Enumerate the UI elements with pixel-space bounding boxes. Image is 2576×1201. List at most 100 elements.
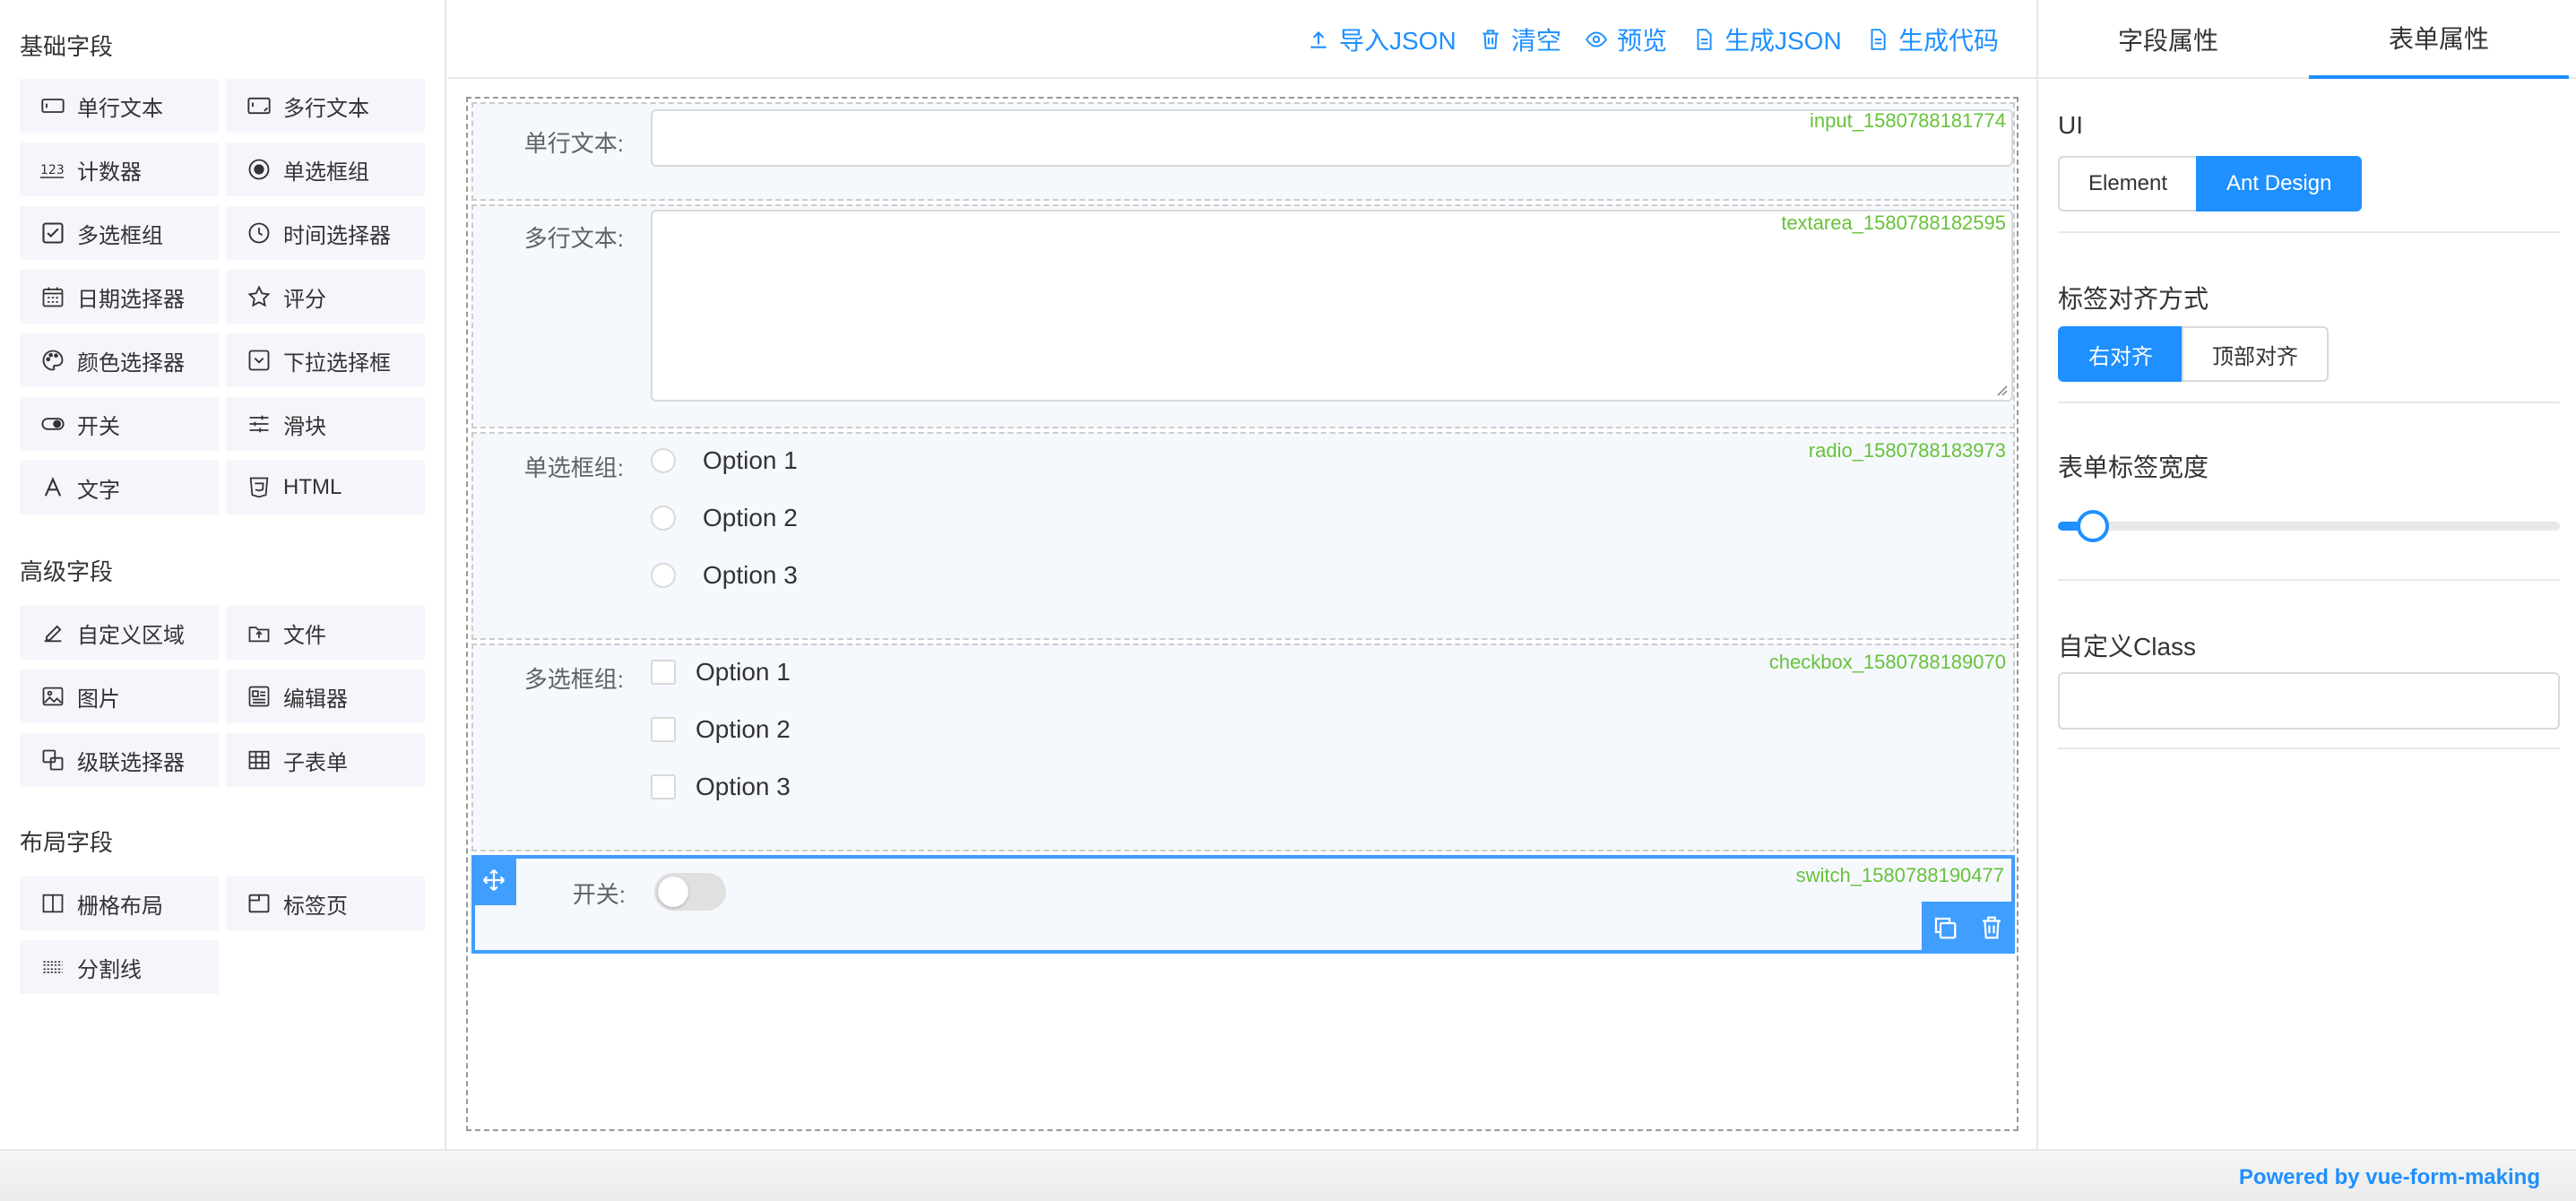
section-divider (2058, 231, 2560, 233)
delete-icon[interactable] (1978, 914, 2005, 941)
import-json-button[interactable]: 导入JSON (1307, 23, 1457, 56)
layout-fields-title: 布局字段 (20, 829, 114, 856)
comp-html[interactable]: HTML (226, 461, 425, 514)
radio-circle[interactable] (651, 563, 676, 588)
radio-option[interactable]: Option 1 (651, 446, 798, 475)
checkbox-option[interactable]: Option 2 (651, 715, 791, 744)
item-actions (1922, 902, 2015, 954)
comp-label: 单选框组 (283, 160, 369, 185)
comp-date[interactable]: 日期选择器 (20, 270, 219, 324)
grid-icon (39, 890, 66, 917)
ui-option-ant-design[interactable]: Ant Design (2196, 156, 2363, 212)
tab-form-properties[interactable]: 表单属性 (2309, 0, 2569, 79)
label-width-slider[interactable] (2058, 510, 2560, 542)
comp-custom[interactable]: 自定义区域 (20, 606, 219, 660)
checkbox-option-label: Option 2 (696, 715, 791, 743)
comp-image[interactable]: 图片 (20, 670, 219, 723)
comp-label: 多选框组 (77, 223, 163, 248)
form-item-radio[interactable]: 单选框组: Option 1 Option 2 Option 3 radio_1… (471, 432, 2015, 640)
generate-json-button[interactable]: 生成JSON (1692, 23, 1842, 56)
comp-number[interactable]: 123 计数器 (20, 143, 219, 196)
comp-grid[interactable]: 栅格布局 (20, 877, 219, 930)
comp-label: HTML (283, 475, 342, 499)
drag-handle[interactable] (471, 855, 516, 905)
field-id: checkbox_1580788189070 (1768, 651, 2006, 673)
copy-icon[interactable] (1932, 914, 1958, 941)
field-label: 开关: (572, 881, 626, 908)
align-right-option[interactable]: 右对齐 (2058, 326, 2183, 382)
comp-rate[interactable]: 评分 (226, 270, 425, 324)
comp-divider[interactable]: 分割线 (20, 940, 219, 994)
radio-option[interactable]: Option 3 (651, 561, 798, 590)
checkbox-box[interactable] (651, 660, 676, 685)
checkbox-icon (39, 220, 66, 246)
input-icon (39, 92, 66, 119)
comp-textarea[interactable]: 多行文本 (226, 79, 425, 133)
powered-by-link[interactable]: Powered by vue-form-making (2239, 1165, 2540, 1190)
form-canvas[interactable]: 单行文本: input_1580788181774 多行文本: textarea… (466, 97, 2018, 1131)
form-item-checkbox[interactable]: 多选框组: Option 1 Option 2 Option 3 checkbo… (471, 644, 2015, 851)
comp-subform[interactable]: 子表单 (226, 733, 425, 787)
form-item-switch[interactable]: 开关: switch_1580788190477 (471, 855, 2015, 954)
slider-handle[interactable] (2077, 510, 2109, 542)
comp-slider[interactable]: 滑块 (226, 397, 425, 451)
component-panel: 基础字段 单行文本 多行文本 123 计数器 单选框组 多选框组 时间选择器 日… (0, 0, 446, 1149)
checkbox-box[interactable] (651, 774, 676, 799)
checkbox-option[interactable]: Option 1 (651, 658, 791, 687)
document-icon (1871, 29, 1886, 50)
comp-switch[interactable]: 开关 (20, 397, 219, 451)
ui-option-element[interactable]: Element (2058, 156, 2199, 212)
select-icon (246, 347, 272, 374)
comp-input[interactable]: 单行文本 (20, 79, 219, 133)
field-label: 单选框组: (523, 454, 624, 481)
form-item-input[interactable]: 单行文本: input_1580788181774 (471, 102, 2015, 201)
preview-button[interactable]: 预览 (1585, 23, 1667, 56)
radio-circle[interactable] (651, 448, 676, 473)
footer: Powered by vue-form-making (0, 1149, 2576, 1201)
comp-radio[interactable]: 单选框组 (226, 143, 425, 196)
field-id: input_1580788181774 (1809, 109, 2006, 132)
html-icon (246, 474, 272, 501)
generate-code-button[interactable]: 生成代码 (1866, 23, 1999, 56)
document-icon (1697, 29, 1712, 50)
basic-fields-title: 基础字段 (20, 33, 114, 60)
comp-color[interactable]: 颜色选择器 (20, 333, 219, 387)
checkbox-option[interactable]: Option 3 (651, 773, 791, 801)
checkbox-box[interactable] (651, 717, 676, 742)
switch-toggle[interactable] (654, 873, 726, 911)
comp-text[interactable]: 文字 (20, 461, 219, 514)
file-upload-icon (246, 619, 272, 646)
radio-option[interactable]: Option 2 (651, 504, 798, 532)
clear-button[interactable]: 清空 (1479, 23, 1561, 56)
form-item-textarea[interactable]: 多行文本: textarea_1580788182595 (471, 204, 2015, 428)
field-id: textarea_1580788182595 (1781, 212, 2006, 234)
comp-label: 滑块 (283, 414, 326, 439)
resize-handle-icon[interactable] (1993, 382, 2008, 396)
upload-icon (1310, 30, 1327, 48)
label-align-title: 标签对齐方式 (2058, 285, 2209, 313)
field-label: 多行文本: (523, 225, 624, 252)
move-icon (482, 868, 506, 892)
edit-icon (39, 619, 66, 646)
comp-label: 日期选择器 (77, 287, 185, 312)
field-id: radio_1580788183973 (1808, 439, 2006, 462)
number-icon: 123 (39, 156, 66, 183)
align-top-option[interactable]: 顶部对齐 (2182, 326, 2329, 382)
comp-label: 文字 (77, 478, 120, 503)
comp-time[interactable]: 时间选择器 (226, 206, 425, 260)
comp-tabs[interactable]: 标签页 (226, 877, 425, 930)
comp-editor[interactable]: 编辑器 (226, 670, 425, 723)
star-icon (246, 283, 272, 310)
comp-file[interactable]: 文件 (226, 606, 425, 660)
comp-cascader[interactable]: 级联选择器 (20, 733, 219, 787)
comp-label: 开关 (77, 414, 120, 439)
comp-label: 级联选择器 (77, 750, 185, 775)
comp-select[interactable]: 下拉选择框 (226, 333, 425, 387)
tab-field-properties[interactable]: 字段属性 (2038, 0, 2298, 79)
textarea-input[interactable] (651, 210, 2013, 402)
comp-checkbox[interactable]: 多选框组 (20, 206, 219, 260)
custom-class-input[interactable] (2058, 672, 2560, 730)
comp-label: 图片 (77, 687, 120, 712)
checkbox-option-label: Option 3 (696, 773, 791, 800)
radio-circle[interactable] (651, 505, 676, 531)
